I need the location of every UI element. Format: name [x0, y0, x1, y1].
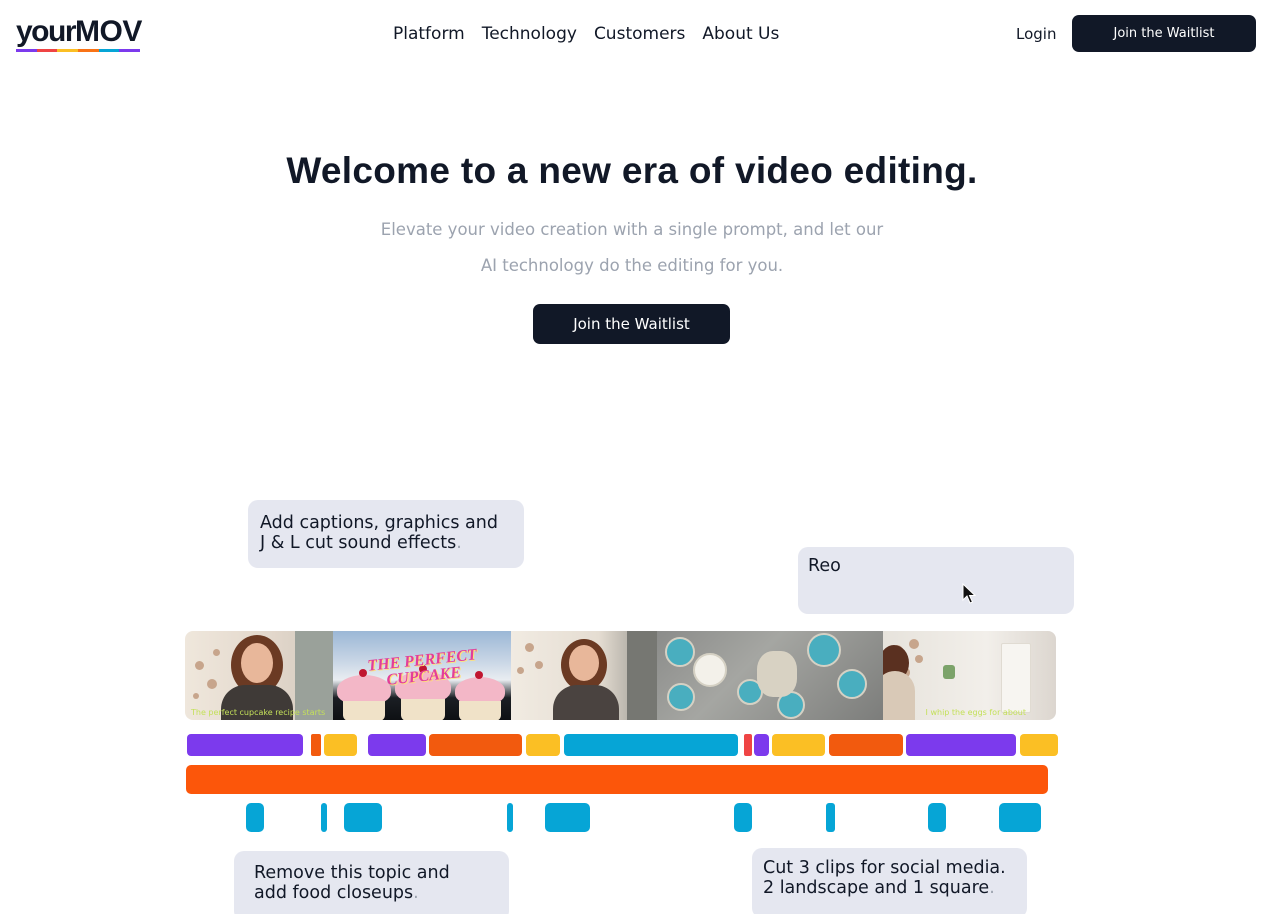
timeline-sfx-clip[interactable]: [344, 803, 382, 832]
nav-customers[interactable]: Customers: [594, 22, 685, 46]
prompt-line: add food closeups.: [254, 883, 419, 903]
video-frame-cupcakes-topdown: [657, 631, 883, 720]
caption-text: The perfect cupcake recipe starts: [191, 708, 326, 717]
logo-color-stripe: [16, 49, 141, 52]
hero-join-waitlist-button[interactable]: Join the Waitlist: [533, 304, 730, 344]
header-join-waitlist-button[interactable]: Join the Waitlist: [1072, 15, 1256, 52]
timeline-clip[interactable]: [187, 734, 303, 756]
hero-subtitle-line2: AI technology do the editing for you.: [480, 256, 784, 275]
timeline-sfx-clip[interactable]: [507, 803, 513, 832]
prompt-line: Add captions, graphics and: [260, 513, 498, 533]
hero-title: Welcome to a new era of video editing.: [286, 150, 978, 191]
prompt-bubble-captions: Add captions, graphics and J & L cut sou…: [248, 500, 524, 568]
prompt-line: 2 landscape and 1 square.: [763, 878, 995, 898]
timeline-clip[interactable]: [772, 734, 825, 756]
timeline-clip[interactable]: [564, 734, 738, 756]
logo[interactable]: yourMOV: [16, 16, 142, 52]
nav-technology[interactable]: Technology: [482, 22, 577, 46]
timeline-sfx-clip[interactable]: [321, 803, 327, 832]
timeline-clip[interactable]: [311, 734, 321, 756]
hero-subtitle-line1: Elevate your video creation with a singl…: [380, 220, 884, 239]
prompt-bubble-typing[interactable]: Reo: [798, 547, 1074, 614]
timeline-sfx-clip[interactable]: [826, 803, 835, 832]
timeline-clip[interactable]: [1020, 734, 1058, 756]
timeline-sfx-clip[interactable]: [545, 803, 590, 832]
mouse-pointer-icon: [962, 583, 976, 604]
timeline-clip[interactable]: [906, 734, 1016, 756]
video-frame-kitchen: [511, 631, 657, 720]
timeline-clip[interactable]: [744, 734, 752, 756]
timeline-clip[interactable]: [368, 734, 426, 756]
video-filmstrip: The perfect cupcake recipe starts THE PE…: [185, 631, 1056, 720]
caption-text: I whip the eggs for about: [925, 708, 1026, 717]
main-nav: Platform Technology Customers About Us: [393, 22, 779, 46]
timeline-audio-track[interactable]: [186, 765, 1048, 794]
timeline-clip[interactable]: [324, 734, 357, 756]
timeline-sfx-clip[interactable]: [734, 803, 752, 832]
timeline-sfx-clip[interactable]: [246, 803, 264, 832]
logo-wordmark: yourMOV: [16, 15, 142, 48]
prompt-line: J & L cut sound effects.: [260, 533, 462, 553]
video-frame-intro: The perfect cupcake recipe starts: [185, 631, 333, 720]
timeline-clip[interactable]: [754, 734, 769, 756]
timeline-clip[interactable]: [526, 734, 560, 756]
prompt-line: Cut 3 clips for social media.: [763, 858, 1006, 878]
timeline-sfx-clip[interactable]: [999, 803, 1041, 832]
timeline-clip[interactable]: [829, 734, 903, 756]
nav-platform[interactable]: Platform: [393, 22, 465, 46]
video-frame-title-card: THE PERFECT CUPCAKE: [333, 631, 511, 720]
nav-about-us[interactable]: About Us: [702, 22, 779, 46]
timeline-sfx-clip[interactable]: [928, 803, 946, 832]
prompt-bubble-remove-topic: Remove this topic and add food closeups.: [234, 851, 509, 914]
prompt-typing-text: Reo: [808, 556, 841, 576]
login-link[interactable]: Login: [1016, 24, 1056, 44]
video-frame-whisking: I whip the eggs for about: [883, 631, 1056, 720]
prompt-bubble-social-clips: Cut 3 clips for social media. 2 landscap…: [752, 848, 1027, 914]
prompt-line: Remove this topic and: [254, 863, 450, 883]
timeline-clip[interactable]: [429, 734, 522, 756]
